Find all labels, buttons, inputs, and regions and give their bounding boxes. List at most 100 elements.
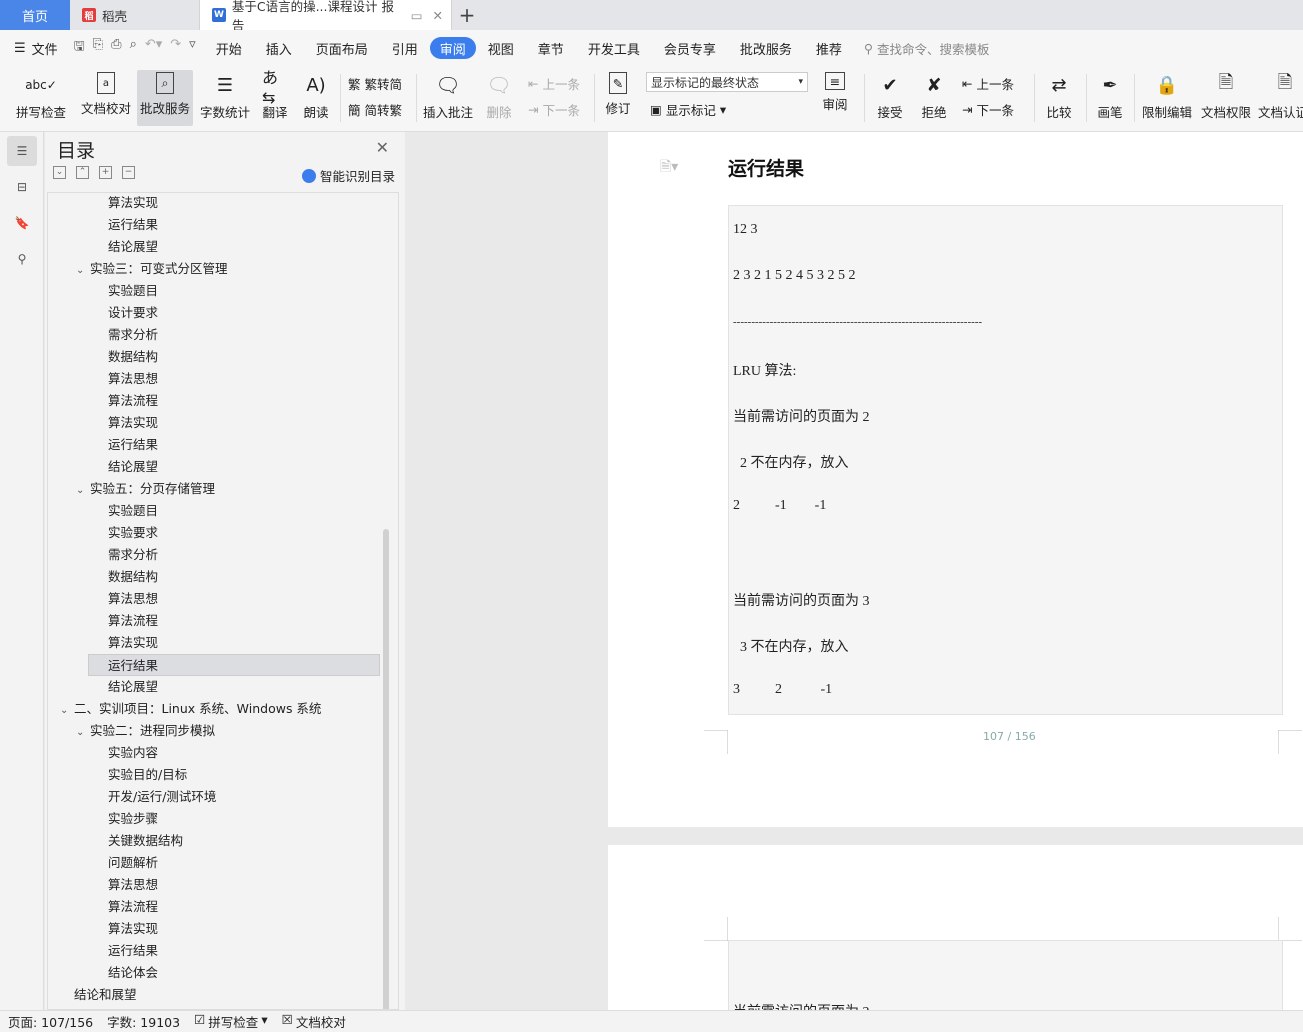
menu-insert[interactable]: 插入 — [254, 37, 304, 59]
screen-icon[interactable]: ▭ — [411, 8, 423, 23]
next-change-button[interactable]: ⇥ 下一条 — [962, 100, 1014, 119]
compare-button[interactable]: ⇄ 比较 — [1040, 70, 1078, 126]
toc-item[interactable]: 算法实现 — [108, 632, 158, 654]
menu-chapter[interactable]: 章节 — [526, 37, 576, 59]
status-spell-check[interactable]: ☑ 拼写检查 ▾ — [194, 1012, 268, 1031]
toc-item[interactable]: 结论展望 — [108, 676, 158, 698]
print-icon[interactable]: ⎙ — [111, 37, 121, 59]
tab-document[interactable]: W 基于C语言的操...课程设计 报告 ▭ ✕ — [200, 0, 452, 33]
close-icon[interactable]: ✕ — [376, 138, 389, 157]
toc-item[interactable]: 算法流程 — [108, 610, 158, 632]
accept-button[interactable]: ✔ 接受 — [872, 70, 908, 126]
toc-item[interactable]: 问题解析 — [108, 852, 158, 874]
toc-item[interactable]: 运行结果 — [88, 654, 380, 676]
toc-scrollbar[interactable] — [383, 529, 389, 1009]
doc-proof-button[interactable]: a 文档校对 — [78, 70, 134, 126]
toc-item[interactable]: 数据结构 — [108, 346, 158, 368]
menu-reference[interactable]: 引用 — [380, 37, 430, 59]
translate-button[interactable]: あ⇆ 翻译 — [256, 68, 294, 126]
insert-comment-button[interactable]: 🗨 插入批注 — [422, 70, 474, 126]
word-count-indicator[interactable]: 字数: 19103 — [107, 1012, 180, 1031]
export-icon[interactable]: ⎘ — [93, 37, 103, 59]
toc-item[interactable]: 运行结果 — [108, 214, 158, 236]
toc-item[interactable]: 设计要求 — [108, 302, 158, 324]
toc-item[interactable]: 运行结果 — [108, 434, 158, 456]
menu-correct[interactable]: 批改服务 — [728, 37, 804, 59]
doc-permission-button[interactable]: 🗎 文档权限 — [1199, 70, 1253, 126]
toc-item[interactable]: 实验题目 — [108, 500, 158, 522]
remove-heading-icon[interactable]: − — [122, 166, 135, 179]
spell-check-button[interactable]: abc✓ 拼写检查 — [10, 70, 72, 126]
tab-docer[interactable]: 稻 稻壳 — [70, 0, 200, 30]
simp-to-trad-button[interactable]: 簡简转繁 — [348, 100, 402, 119]
chevron-down-icon[interactable]: ⌄ — [76, 722, 90, 744]
next-comment-button[interactable]: ⇥ 下一条 — [528, 100, 580, 119]
chevron-down-icon[interactable]: ⌄ — [60, 700, 74, 722]
toc-item[interactable]: 实验题目 — [108, 280, 158, 302]
toc-item[interactable]: 算法思想 — [108, 588, 158, 610]
toc-item[interactable]: 结论展望 — [108, 236, 158, 258]
close-icon[interactable]: ✕ — [433, 8, 443, 23]
smart-toc-button[interactable]: 智能识别目录 — [301, 166, 395, 185]
toc-item[interactable]: 关键数据结构 — [108, 830, 183, 852]
menu-recommend[interactable]: 推荐 — [804, 37, 854, 59]
undo-icon[interactable]: ↶▾ — [145, 37, 162, 59]
toc-item[interactable]: 算法实现 — [108, 918, 158, 940]
command-search[interactable]: ⚲ 查找命令、搜索模板 — [864, 39, 990, 58]
markup-state-select[interactable]: 显示标记的最终状态 ▾ — [646, 72, 808, 92]
expand-up-icon[interactable]: ⌃ — [76, 166, 89, 179]
toc-item[interactable]: ⌄ 二、实训项目：Linux 系统、Windows 系统 — [60, 698, 321, 720]
toc-item[interactable]: ⌄ 实验二：进程同步模拟 — [76, 720, 215, 742]
chapter-panel-icon[interactable]: ⊟ — [7, 172, 37, 202]
toc-item[interactable]: 算法思想 — [108, 368, 158, 390]
new-tab-button[interactable]: + — [452, 0, 482, 30]
review-pane-button[interactable]: ≡ 审阅 — [816, 70, 854, 126]
toc-item[interactable]: 算法实现 — [108, 412, 158, 434]
toc-item[interactable]: ⌄ 实验五：分页存储管理 — [76, 478, 215, 500]
chevron-down-icon[interactable]: ⌄ — [76, 480, 90, 502]
trad-to-simp-button[interactable]: 繁繁转简 — [348, 74, 402, 93]
toc-item[interactable]: 结论和展望 — [74, 984, 137, 1006]
toc-item[interactable]: 需求分析 — [108, 324, 158, 346]
file-menu[interactable]: ☰ 文件 — [14, 37, 70, 59]
restrict-edit-button[interactable]: 🔒 限制编辑 — [1140, 70, 1194, 126]
toc-item[interactable]: 实验内容 — [108, 742, 158, 764]
chevron-down-icon[interactable]: ⌄ — [76, 260, 90, 282]
menu-layout[interactable]: 页面布局 — [304, 37, 380, 59]
word-count-button[interactable]: ☰ 字数统计 — [197, 70, 253, 126]
redo-icon[interactable]: ↷ — [170, 37, 181, 59]
toc-item[interactable]: 运行结果 — [108, 940, 158, 962]
status-proof[interactable]: ☒ 文档校对 — [282, 1012, 346, 1031]
toc-item[interactable]: 算法实现 — [108, 193, 158, 214]
menu-start[interactable]: 开始 — [204, 37, 254, 59]
reject-button[interactable]: ✘ 拒绝 — [916, 70, 952, 126]
correct-service-button[interactable]: ⌕ 批改服务 — [137, 70, 193, 126]
menu-devtools[interactable]: 开发工具 — [576, 37, 652, 59]
toc-item[interactable]: 需求分析 — [108, 544, 158, 566]
pen-button[interactable]: ✒ 画笔 — [1092, 70, 1128, 126]
menu-view[interactable]: 视图 — [476, 37, 526, 59]
preview-icon[interactable]: ⌕ — [130, 37, 137, 59]
revise-button[interactable]: ✎ 修订 — [600, 70, 636, 126]
toc-item[interactable]: 数据结构 — [108, 566, 158, 588]
toc-item[interactable]: 结论体会 — [108, 962, 158, 984]
toc-item[interactable]: 算法流程 — [108, 896, 158, 918]
toc-item[interactable]: ⌄ 实验三：可变式分区管理 — [76, 258, 228, 280]
add-heading-icon[interactable]: + — [99, 166, 112, 179]
toc-item[interactable]: 算法流程 — [108, 390, 158, 412]
toc-item[interactable]: 实验步骤 — [108, 808, 158, 830]
menu-review[interactable]: 审阅 — [429, 37, 476, 59]
toc-item[interactable]: 实验目的/目标 — [108, 764, 187, 786]
show-markup-button[interactable]: ▣ 显示标记 ▾ — [650, 100, 726, 119]
more-icon[interactable]: ▿ — [189, 37, 196, 59]
find-icon[interactable]: ⚲ — [7, 244, 37, 274]
collapse-all-icon[interactable]: ⌄ — [53, 166, 66, 179]
toc-panel-icon[interactable]: ☰ — [7, 136, 37, 166]
toc-item[interactable]: 结论展望 — [108, 456, 158, 478]
tab-home[interactable]: 首页 — [0, 0, 70, 30]
delete-comment-button[interactable]: 🗨 删除 — [480, 70, 518, 126]
doc-certify-button[interactable]: 🗎 文档认证 — [1258, 70, 1303, 126]
save-icon[interactable]: 🖫 — [74, 37, 85, 59]
toc-item[interactable]: 开发/运行/测试环境 — [108, 786, 216, 808]
prev-change-button[interactable]: ⇤ 上一条 — [962, 74, 1014, 93]
